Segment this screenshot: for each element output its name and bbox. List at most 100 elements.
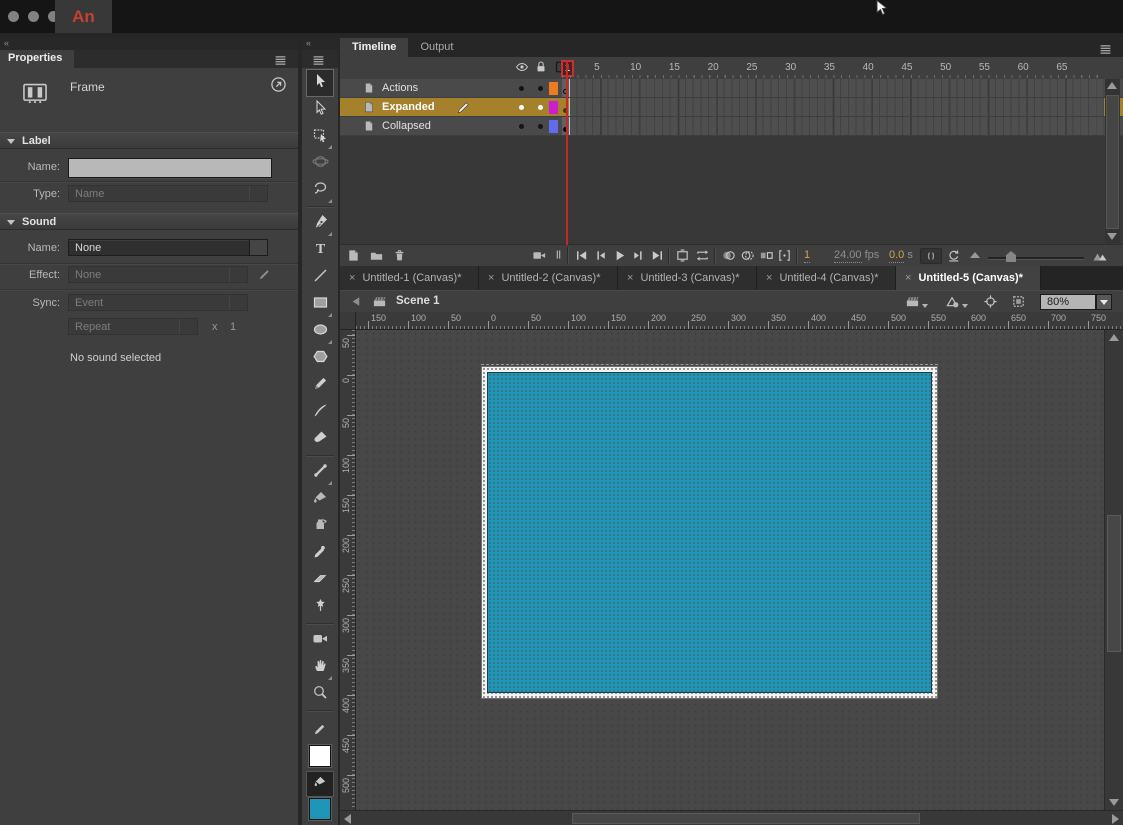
frame-grid[interactable] — [562, 117, 1104, 135]
tab-output[interactable]: Output — [408, 38, 465, 57]
layer-row-actions[interactable]: Actions — [340, 79, 1123, 98]
clip-content-button[interactable] — [1011, 294, 1026, 314]
scroll-right-arrow[interactable] — [1112, 814, 1119, 824]
scroll-thumb[interactable] — [1107, 515, 1121, 652]
add-camera-button[interactable] — [532, 248, 547, 268]
zoom-out-timeline-icon[interactable] — [970, 252, 980, 258]
onion-skin-button[interactable] — [721, 248, 736, 268]
reset-timeline-zoom-button[interactable] — [946, 248, 961, 268]
edit-symbols-button[interactable] — [945, 294, 960, 314]
frame-number-25[interactable]: 25 — [746, 62, 757, 73]
tab-properties[interactable]: Properties — [0, 50, 74, 68]
frame-number-45[interactable]: 45 — [901, 62, 912, 73]
text-tool[interactable]: T — [307, 238, 333, 264]
scroll-up-arrow[interactable] — [1109, 334, 1119, 341]
delete-layer-button[interactable] — [392, 248, 407, 268]
tools-dock-collapse[interactable]: « — [302, 38, 338, 50]
layer-outline-color-swatch[interactable] — [549, 120, 558, 133]
new-folder-button[interactable] — [369, 248, 384, 268]
frame-number-30[interactable]: 30 — [785, 62, 796, 73]
frame-number-20[interactable]: 20 — [708, 62, 719, 73]
layer-row-collapsed[interactable]: Collapsed — [340, 117, 1123, 136]
close-tab-icon[interactable]: × — [905, 272, 911, 284]
close-tab-icon[interactable]: × — [488, 272, 494, 284]
oval-tool[interactable] — [307, 319, 333, 345]
modify-markers-button[interactable] — [777, 248, 792, 268]
frame-number-35[interactable]: 35 — [824, 62, 835, 73]
go-to-first-frame-button[interactable] — [574, 248, 589, 268]
frame-number-55[interactable]: 55 — [979, 62, 990, 73]
layer-row-expanded[interactable]: Expanded — [340, 98, 1123, 117]
selected-rectangle-shape[interactable] — [487, 372, 932, 693]
rectangle-tool[interactable] — [307, 292, 333, 318]
layer-lock-dot[interactable] — [538, 124, 543, 129]
scene-name[interactable]: Scene 1 — [396, 295, 439, 307]
center-stage-button[interactable] — [983, 294, 998, 314]
layer-visibility-dot[interactable] — [519, 86, 524, 91]
rotation-3d-tool[interactable] — [307, 151, 333, 177]
timeline-vertical-scrollbar[interactable] — [1105, 79, 1120, 243]
zoom-level-dropdown-arrow[interactable] — [1096, 294, 1112, 310]
ink-bottle-tool[interactable] — [307, 514, 333, 540]
timeline-zoom-slider-track[interactable] — [988, 257, 1084, 259]
polystar-tool[interactable] — [307, 346, 333, 372]
canvas-horizontal-scrollbar[interactable] — [340, 810, 1123, 825]
frame-rate-value[interactable]: 24.00 — [834, 249, 862, 263]
eraser-tool[interactable] — [307, 568, 333, 594]
frame-number-5[interactable]: 5 — [594, 62, 600, 73]
go-to-last-frame-button[interactable] — [650, 248, 665, 268]
properties-dock-collapse[interactable]: « — [0, 38, 298, 50]
fill-color-bucket-tile[interactable] — [307, 772, 333, 796]
step-back-button[interactable] — [593, 248, 608, 268]
layer-lock-dot[interactable] — [538, 86, 543, 91]
help-circle-icon[interactable] — [270, 76, 287, 98]
scroll-down-arrow[interactable] — [1109, 799, 1119, 806]
sound-name-dropdown[interactable]: None — [68, 239, 268, 256]
current-frame-field[interactable]: 1 — [804, 249, 810, 263]
playhead-line[interactable] — [566, 60, 568, 245]
canvas-vertical-scrollbar[interactable] — [1104, 330, 1123, 810]
layer-lock-dot[interactable] — [538, 105, 543, 110]
edit-multiple-frames-button[interactable] — [759, 248, 774, 268]
show-hide-all-layers-eye-icon[interactable] — [515, 60, 529, 79]
frame-span-toggle-button[interactable] — [920, 248, 942, 264]
subselection-tool[interactable] — [307, 97, 333, 123]
frame-number-60[interactable]: 60 — [1018, 62, 1029, 73]
document-tab-1[interactable]: ×Untitled-1 (Canvas)* — [340, 266, 479, 290]
loop-playback-button[interactable] — [695, 248, 710, 268]
close-tab-icon[interactable]: × — [766, 272, 772, 284]
step-forward-button[interactable] — [631, 248, 646, 268]
pen-tool[interactable] — [307, 211, 333, 237]
frame-rate-field[interactable]: 24.00 fps — [834, 249, 879, 261]
window-minimize-button[interactable] — [28, 11, 39, 22]
section-header-sound[interactable]: Sound — [0, 213, 298, 230]
timeline-panel-menu-icon[interactable] — [1099, 43, 1115, 54]
play-button[interactable] — [612, 248, 627, 268]
frame-number-15[interactable]: 15 — [669, 62, 680, 73]
zoom-tool[interactable] — [307, 682, 333, 708]
layer-outline-color-swatch[interactable] — [549, 82, 558, 95]
layer-visibility-dot[interactable] — [519, 124, 524, 129]
frame-number-10[interactable]: 10 — [630, 62, 641, 73]
timeline-zoom-slider-knob[interactable] — [1006, 251, 1016, 262]
pasteboard[interactable] — [356, 330, 1104, 810]
section-header-label[interactable]: Label — [0, 132, 298, 149]
show-parenting-view-icon[interactable] — [552, 248, 565, 266]
zoom-level-field[interactable]: 80% — [1040, 294, 1096, 310]
stroke-color-swatch[interactable] — [309, 745, 331, 767]
asset-warp-tool[interactable] — [307, 595, 333, 621]
properties-panel-menu-icon[interactable] — [274, 54, 290, 65]
layer-outline-color-swatch[interactable] — [549, 101, 558, 114]
lock-all-layers-icon[interactable] — [534, 60, 548, 79]
document-tab-3[interactable]: ×Untitled-3 (Canvas)* — [618, 266, 757, 290]
scroll-thumb[interactable] — [1106, 95, 1119, 229]
layer-name[interactable]: Expanded — [382, 101, 435, 113]
line-tool[interactable] — [307, 265, 333, 291]
new-layer-button[interactable] — [346, 248, 361, 268]
free-transform-tool[interactable] — [307, 124, 333, 150]
layer-name[interactable]: Collapsed — [382, 120, 431, 132]
stage[interactable] — [482, 367, 937, 698]
scroll-left-arrow[interactable] — [344, 814, 351, 824]
elapsed-time-value[interactable]: 0.0 — [889, 249, 904, 263]
back-arrow-icon[interactable] — [348, 294, 363, 314]
